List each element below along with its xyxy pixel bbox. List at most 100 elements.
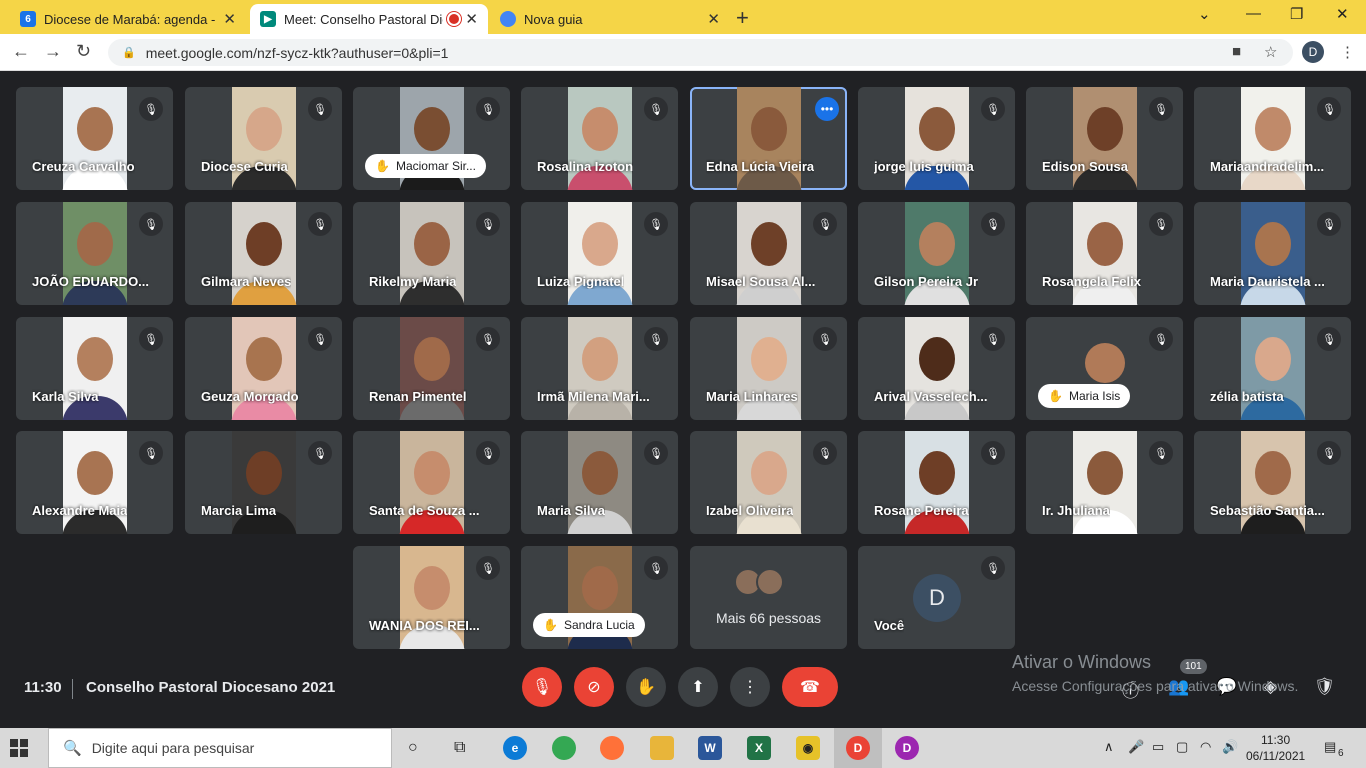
- tab-search-icon[interactable]: ⌄: [1198, 5, 1211, 23]
- chrome-profile-d-icon[interactable]: D: [846, 736, 870, 760]
- firefox-icon[interactable]: [600, 736, 624, 760]
- microphone-tray-icon[interactable]: 🎤: [1128, 739, 1144, 755]
- participant-face: [750, 222, 787, 266]
- self-tile[interactable]: D 🎙 Você: [858, 546, 1015, 649]
- participant-tile[interactable]: 🎙 Diocese Curia: [185, 87, 342, 190]
- file-explorer-icon[interactable]: [650, 736, 674, 760]
- minimize-button[interactable]: —: [1246, 5, 1261, 22]
- taskbar-clock[interactable]: 11:30 06/11/2021: [1246, 732, 1305, 764]
- windows-start-icon[interactable]: [10, 739, 28, 757]
- participant-tile[interactable]: 🎙 Mariaandradelim...: [1194, 87, 1351, 190]
- cortana-icon[interactable]: ○: [408, 739, 418, 757]
- chrome-icon: [500, 11, 516, 27]
- close-window-button[interactable]: ✕: [1336, 5, 1349, 23]
- wifi-tray-icon[interactable]: ◠: [1200, 739, 1211, 755]
- new-tab-button[interactable]: +: [736, 5, 749, 31]
- raised-hand-badge: ✋ Sandra Lucia: [533, 613, 645, 637]
- participant-face: [245, 222, 282, 266]
- mic-off-button[interactable]: 🎙: [522, 667, 562, 707]
- bookmark-star-icon[interactable]: ☆: [1264, 43, 1277, 61]
- participant-tile[interactable]: 🎙 Luiza Pignatel: [521, 202, 678, 305]
- close-tab-icon[interactable]: ✕: [465, 10, 478, 28]
- participant-tile[interactable]: 🎙 zélia batista: [1194, 317, 1351, 420]
- participant-tile[interactable]: 🎙 Misael Sousa Al...: [690, 202, 847, 305]
- present-button[interactable]: ⬆: [678, 667, 718, 707]
- network-tray-icon[interactable]: ▭: [1152, 739, 1164, 755]
- participant-face: [76, 337, 113, 381]
- tab-diocese-agenda[interactable]: 6 Diocese de Marabá: agenda - De ✕: [10, 4, 246, 34]
- participant-tile[interactable]: 🎙 ✋ Maria Isis: [1026, 317, 1183, 420]
- participant-tile[interactable]: 🎙 Santa de Souza ...: [353, 431, 510, 534]
- participant-tile[interactable]: 🎙 Alexandre Maia: [16, 431, 173, 534]
- more-participants-tile[interactable]: Mais 66 pessoas: [690, 546, 847, 649]
- chrome-profile-d2-icon[interactable]: D: [895, 736, 919, 760]
- taskbar-search-input[interactable]: 🔍 Digite aqui para pesquisar: [48, 728, 392, 768]
- participant-tile[interactable]: 🎙 WANIA DOS REI...: [353, 546, 510, 649]
- participant-name: Santa de Souza ...: [369, 503, 480, 518]
- tab-meet[interactable]: ▶ Meet: Conselho Pastoral Dio ✕: [250, 4, 488, 34]
- participant-tile[interactable]: 🎙 jorge luis guima: [858, 87, 1015, 190]
- mic-muted-icon: 🎙: [139, 97, 163, 121]
- edge-icon[interactable]: e: [503, 736, 527, 760]
- camera-off-button[interactable]: ⊘: [574, 667, 614, 707]
- participant-tile[interactable]: 🎙 Maria Linhares: [690, 317, 847, 420]
- participant-tile[interactable]: 🎙 Ir. Jhuliana: [1026, 431, 1183, 534]
- participant-tile[interactable]: 🎙 Izabel Oliveira: [690, 431, 847, 534]
- close-tab-icon[interactable]: ✕: [223, 10, 236, 28]
- profile-avatar[interactable]: D: [1302, 41, 1324, 63]
- participant-tile[interactable]: 🎙 Rosalina Izoton: [521, 87, 678, 190]
- leave-call-button[interactable]: ☎: [782, 667, 838, 707]
- participant-tile[interactable]: 🎙 Maria Dauristela ...: [1194, 202, 1351, 305]
- participant-tile[interactable]: 🎙 Edison Sousa: [1026, 87, 1183, 190]
- participant-tile[interactable]: 🎙 Karla Silva: [16, 317, 173, 420]
- participant-tile[interactable]: 🎙 Rikelmy Maria: [353, 202, 510, 305]
- url-input[interactable]: 🔒 meet.google.com/nzf-sycz-ktk?authuser=…: [108, 39, 1293, 66]
- back-icon[interactable]: ←: [12, 41, 30, 62]
- participant-tile[interactable]: 🎙 Arival Vasselech...: [858, 317, 1015, 420]
- browser-menu-icon[interactable]: ⋮: [1340, 43, 1355, 61]
- participant-tile[interactable]: 🎙 Gilmara Neves: [185, 202, 342, 305]
- participant-video: [566, 87, 633, 190]
- participant-tile[interactable]: 🎙 JOÃO EDUARDO...: [16, 202, 173, 305]
- show-hidden-icons[interactable]: ∧: [1104, 739, 1114, 755]
- participant-video: [1239, 317, 1306, 420]
- participant-tile[interactable]: 🎙 Irmã Milena Mari...: [521, 317, 678, 420]
- participant-video: [903, 87, 970, 190]
- participant-tile[interactable]: ••• Edna Lúcia Vieira: [690, 87, 847, 190]
- participant-tile[interactable]: 🎙 Renan Pimentel: [353, 317, 510, 420]
- task-view-icon[interactable]: ⧉: [454, 739, 465, 757]
- participant-name: Izabel Oliveira: [706, 503, 794, 518]
- reload-icon[interactable]: ↻: [76, 41, 91, 62]
- participant-tile[interactable]: 🎙 Rosangela Felix: [1026, 202, 1183, 305]
- participant-tile[interactable]: 🎙 Sebastião Santia...: [1194, 431, 1351, 534]
- tab-title: Meet: Conselho Pastoral Dio: [284, 11, 444, 27]
- more-options-icon[interactable]: •••: [815, 97, 839, 121]
- participant-face: [1254, 222, 1291, 266]
- host-controls-icon[interactable]: 🛡: [1314, 677, 1336, 697]
- participant-tile[interactable]: 🎙 Marcia Lima: [185, 431, 342, 534]
- close-tab-icon[interactable]: ✕: [707, 10, 720, 28]
- participant-name: Rosangela Felix: [1042, 274, 1141, 289]
- participant-tile[interactable]: 🎙 Creuza Carvalho: [16, 87, 173, 190]
- notification-icon[interactable]: ▤: [1324, 739, 1336, 755]
- camera-off-icon: ⊘: [587, 679, 601, 696]
- volume-tray-icon[interactable]: 🔊: [1222, 739, 1238, 755]
- participant-tile[interactable]: 🎙 Maria Silva: [521, 431, 678, 534]
- excel-icon[interactable]: X: [747, 736, 771, 760]
- participant-tile[interactable]: ✋ Sandra Lucia 🎙: [521, 546, 678, 649]
- maximize-button[interactable]: ❐: [1290, 5, 1303, 23]
- chrome-taskbar-icon[interactable]: [552, 736, 576, 760]
- forward-icon[interactable]: →: [44, 41, 62, 62]
- speaker-app-icon[interactable]: ◉: [796, 736, 820, 760]
- participant-tile[interactable]: 🎙 Rosane Pereira: [858, 431, 1015, 534]
- camera-icon[interactable]: ■: [1232, 43, 1241, 60]
- tab-new[interactable]: Nova guia ✕: [490, 4, 730, 34]
- lock-icon[interactable]: 🔒: [122, 46, 136, 59]
- battery-tray-icon[interactable]: ▢: [1176, 739, 1188, 755]
- more-options-button[interactable]: ⋮: [730, 667, 770, 707]
- participant-tile[interactable]: 🎙 Geuza Morgado: [185, 317, 342, 420]
- word-icon[interactable]: W: [698, 736, 722, 760]
- participant-tile[interactable]: 🎙 Gilson Pereira Jr: [858, 202, 1015, 305]
- participant-tile[interactable]: 🎙 ✋ Maciomar Sir...: [353, 87, 510, 190]
- raise-hand-button[interactable]: ✋: [626, 667, 666, 707]
